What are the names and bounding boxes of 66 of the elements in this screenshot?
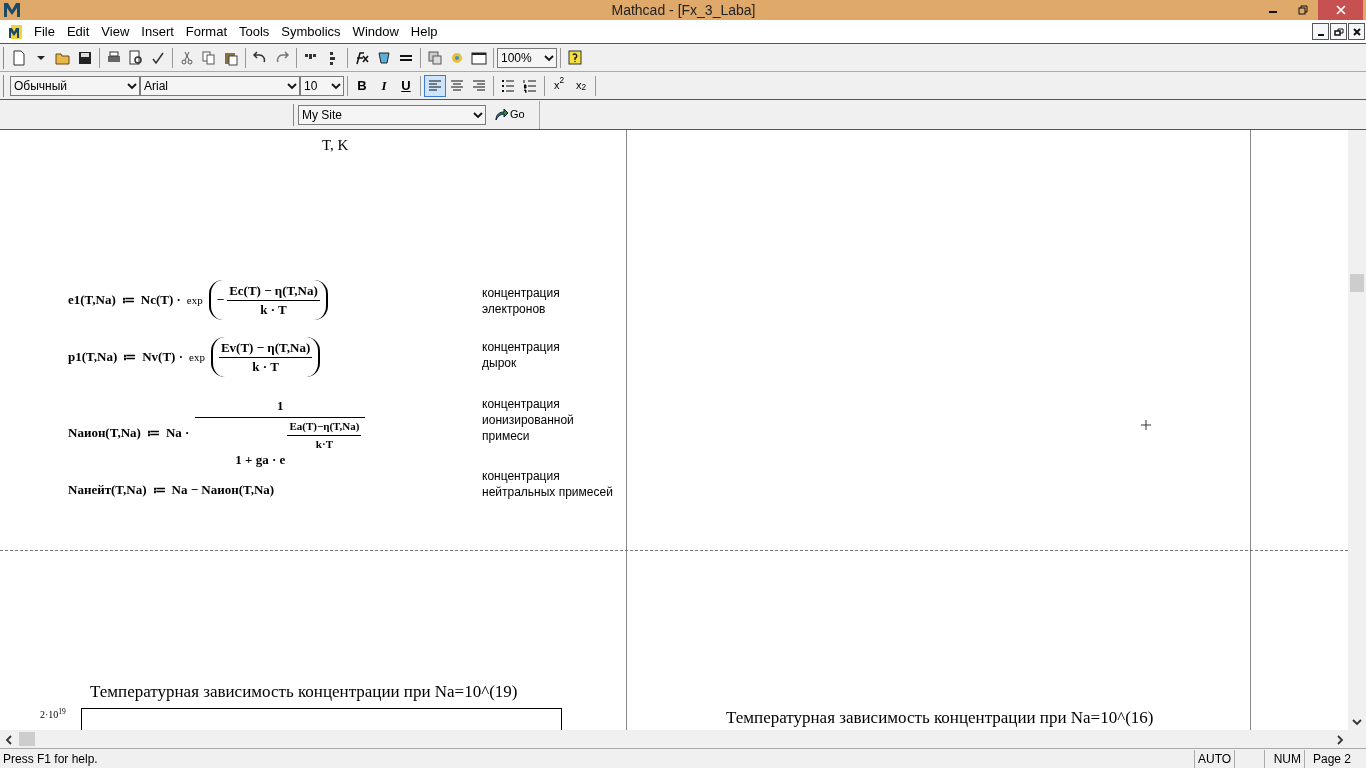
- note-text: концентрация ионизированной примеси: [482, 396, 574, 444]
- scrollbar-thumb[interactable]: [19, 732, 35, 746]
- formula-text: Nc(T) ·: [140, 291, 181, 310]
- font-dropdown[interactable]: Arial: [140, 75, 300, 96]
- menu-item[interactable]: Format: [179, 21, 233, 42]
- formula-text: Naион(T,Na): [68, 423, 141, 442]
- numerator: 1: [195, 395, 366, 418]
- formula-text: p1(T,Na): [68, 348, 118, 367]
- formula-text: e1(T,Na): [68, 291, 116, 310]
- status-panel: Page 2: [1304, 749, 1354, 768]
- script-button[interactable]: x$^{2}$: [548, 74, 570, 97]
- formula-text: Nv(T) ·: [142, 348, 184, 367]
- assign-operator: ≔: [152, 481, 166, 499]
- window-title: Mathcad - [Fx_3_Laba]: [610, 0, 757, 20]
- scroll-right-icon[interactable]: [1336, 735, 1344, 745]
- menu-item[interactable]: Insert: [135, 21, 180, 42]
- format-button[interactable]: B: [351, 74, 373, 97]
- style-dropdown[interactable]: Обычный: [10, 75, 140, 96]
- note-text: концентрация электронов: [482, 285, 560, 317]
- note-text: концентрация дырок: [482, 339, 560, 371]
- menu-item[interactable]: Window: [346, 21, 405, 42]
- formula-text: Na − Naион(T,Na): [171, 481, 275, 499]
- align-left-icon[interactable]: [424, 74, 446, 97]
- formula-text: Na ·: [165, 423, 190, 442]
- menu-item[interactable]: Tools: [233, 21, 276, 42]
- crosshair-cursor-icon: [1140, 419, 1152, 431]
- format-button[interactable]: U: [395, 74, 417, 97]
- document-icon[interactable]: [8, 23, 24, 40]
- menu-item[interactable]: View: [95, 21, 136, 42]
- assign-operator: ≔: [121, 291, 135, 310]
- denominator-base: 1 + ga · e: [235, 451, 286, 469]
- zoom-dropdown[interactable]: 100%: [497, 47, 557, 68]
- address-dropdown[interactable]: My Site: [298, 104, 486, 125]
- exponent-numerator: Ea(T)−η(T,Na): [287, 418, 362, 436]
- axis-label: T, K: [322, 136, 349, 155]
- assign-operator: ≔: [146, 423, 160, 442]
- go-arrow-icon: [494, 107, 508, 122]
- formula-text: Naнейт(T,Na): [68, 481, 147, 499]
- menu-item[interactable]: File: [28, 21, 61, 42]
- script-button[interactable]: x$_{2}$: [570, 74, 592, 97]
- denominator: k · T: [252, 357, 279, 376]
- scrollbar-thumb[interactable]: [1350, 274, 1364, 292]
- axis-tick-label: 2·10$^{19}$: [40, 709, 66, 721]
- menu-item[interactable]: Help: [404, 21, 444, 42]
- numerator: Ev(T) − η(T,Na): [218, 338, 313, 358]
- function-name: exp: [186, 292, 203, 308]
- chart-title: Температурная зависимость концентрации при Na=10^(16): [726, 707, 1154, 729]
- go-button[interactable]: Go: [494, 100, 540, 129]
- status-panel: NUM: [1264, 749, 1304, 768]
- minus-sign: −: [216, 291, 225, 310]
- numerator: Ec(T) − η(T,Na): [227, 281, 320, 301]
- menu-item[interactable]: Symbolics: [275, 21, 347, 42]
- format-button[interactable]: I: [373, 74, 395, 97]
- exponent-denominator: k·T: [315, 436, 333, 452]
- status-text: Press F1 for help.: [3, 750, 99, 768]
- scroll-left-icon[interactable]: [5, 735, 13, 745]
- scroll-down-icon[interactable]: [1352, 718, 1362, 726]
- app-logo-icon: [3, 1, 21, 19]
- denominator: k · T: [260, 300, 287, 319]
- function-name: exp: [189, 349, 205, 365]
- menu-item[interactable]: Edit: [60, 21, 96, 42]
- chart-title: Температурная зависимость концентрации при Na=10^(19): [90, 681, 518, 703]
- note-text: концентрация нейтральных примесей: [482, 468, 613, 500]
- status-panel: AUTO: [1194, 749, 1234, 768]
- font-size-dropdown[interactable]: 10: [300, 75, 344, 96]
- assign-operator: ≔: [123, 348, 137, 367]
